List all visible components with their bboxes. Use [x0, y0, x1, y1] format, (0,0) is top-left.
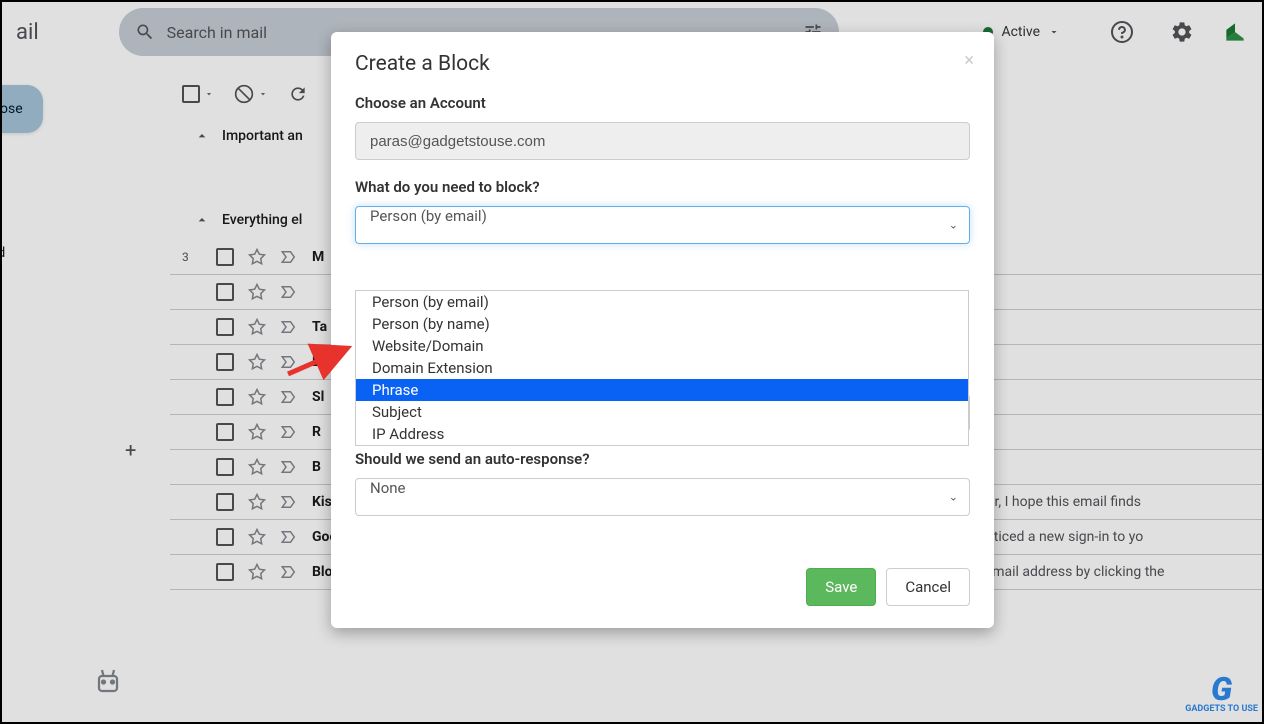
modal-footer: Save Cancel [331, 554, 994, 628]
block-type-select[interactable]: Person (by email) [355, 206, 970, 244]
block-type-label: What do you need to block? [355, 178, 970, 196]
dropdown-option[interactable]: Person (by name) [356, 313, 968, 335]
dropdown-option[interactable]: Person (by email) [356, 291, 968, 313]
account-input[interactable] [355, 122, 970, 160]
auto-response-label: Should we send an auto-response? [355, 450, 970, 468]
dropdown-option[interactable]: Subject [356, 401, 968, 423]
watermark-letter: G [1185, 673, 1258, 705]
dropdown-option[interactable]: Phrase [356, 379, 968, 401]
dropdown-option[interactable]: IP Address [356, 423, 968, 445]
modal-title: Create a Block [355, 52, 970, 76]
create-block-modal: Create a Block × Choose an Account What … [331, 32, 994, 628]
auto-response-select[interactable]: None [355, 478, 970, 516]
dropdown-option[interactable]: Website/Domain [356, 335, 968, 357]
block-type-dropdown-list: Person (by email)Person (by name)Website… [355, 290, 969, 446]
watermark-text: GADGETS TO USE [1185, 705, 1258, 714]
cancel-button[interactable]: Cancel [886, 568, 970, 606]
modal-header: Create a Block × [331, 32, 994, 94]
save-button[interactable]: Save [806, 568, 876, 606]
watermark: G GADGETS TO USE [1185, 673, 1258, 714]
close-button[interactable]: × [964, 50, 974, 71]
dropdown-option[interactable]: Domain Extension [356, 357, 968, 379]
account-label: Choose an Account [355, 94, 970, 112]
